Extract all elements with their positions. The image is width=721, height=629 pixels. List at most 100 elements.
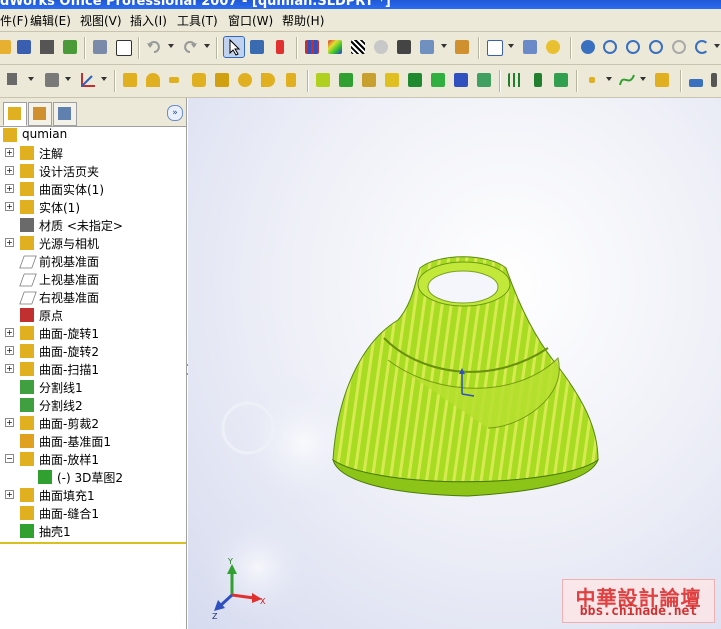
thicken-icon[interactable] <box>405 70 425 90</box>
extrude-surface-icon[interactable] <box>120 70 140 90</box>
menu-insert[interactable]: 插入(I) <box>130 12 167 29</box>
fill-surface-icon[interactable] <box>281 70 301 90</box>
mirror-icon[interactable] <box>528 70 548 90</box>
tree-item[interactable]: 右视基准面 <box>0 288 186 306</box>
reference-dropdown-icon[interactable] <box>606 77 612 81</box>
knit-surface-icon[interactable] <box>382 70 402 90</box>
tab-configuration-manager[interactable] <box>53 102 77 126</box>
select-icon[interactable] <box>223 36 245 58</box>
expand-toggle-icon[interactable]: + <box>5 490 14 499</box>
zoom-out-icon[interactable] <box>669 37 689 57</box>
zoom-area-icon[interactable] <box>600 37 620 57</box>
reference-point-icon[interactable] <box>582 70 602 90</box>
tree-item[interactable]: + 曲面-扫描1 <box>0 360 186 378</box>
replace-face-icon[interactable] <box>451 70 471 90</box>
delete-face-icon[interactable] <box>428 70 448 90</box>
tree-item[interactable]: + 注解 <box>0 144 186 162</box>
window-layout-icon[interactable] <box>484 37 504 57</box>
window-layout-dropdown-icon[interactable] <box>508 44 514 48</box>
menu-help[interactable]: 帮助(H) <box>282 12 324 29</box>
options-icon[interactable] <box>60 37 80 57</box>
view-toolbar-icon[interactable] <box>42 70 62 90</box>
print-preview-icon[interactable] <box>90 37 110 57</box>
tree-item[interactable]: 曲面-缝合1 <box>0 504 186 522</box>
tree-item[interactable]: 抽壳1 <box>0 522 186 540</box>
tree-item[interactable]: 材质 <未指定> <box>0 216 186 234</box>
color-icon[interactable] <box>325 37 345 57</box>
untrim-surface-icon[interactable] <box>359 70 379 90</box>
zoom-selection-icon[interactable] <box>646 37 666 57</box>
tree-item[interactable]: 前视基准面 <box>0 252 186 270</box>
redo-icon[interactable] <box>180 37 200 57</box>
tree-item[interactable]: + 曲面填充1 <box>0 486 186 504</box>
menu-tools[interactable]: 工具(T) <box>177 12 218 29</box>
zoom-to-fit-icon[interactable] <box>578 37 598 57</box>
expand-toggle-icon[interactable]: + <box>5 166 14 175</box>
view-toolbar-dropdown-icon[interactable] <box>65 77 71 81</box>
tree-item[interactable]: + 曲面-旋转1 <box>0 324 186 342</box>
loft-surface-icon[interactable] <box>189 70 209 90</box>
extend-surface-icon[interactable] <box>336 70 356 90</box>
instant3d-icon[interactable] <box>652 70 672 90</box>
graphics-area[interactable]: Y X Z <box>188 98 721 629</box>
spell-check-icon[interactable] <box>686 70 706 90</box>
hatch-icon[interactable] <box>348 37 368 57</box>
grid-icon[interactable] <box>302 37 322 57</box>
model-render[interactable]: Y X Z <box>188 98 721 629</box>
percent-dropdown-icon[interactable] <box>28 77 34 81</box>
move-face-icon[interactable] <box>474 70 494 90</box>
expand-toggle-icon[interactable]: + <box>5 364 14 373</box>
tree-item[interactable]: (-) 3D草图2 <box>0 468 186 486</box>
menu-edit[interactable]: 编辑(E) <box>30 12 71 29</box>
zoom-in-out-icon[interactable] <box>623 37 643 57</box>
pattern-icon[interactable] <box>505 70 525 90</box>
axis-dropdown-icon[interactable] <box>101 77 107 81</box>
curve-icon[interactable] <box>617 70 637 90</box>
print-icon[interactable] <box>37 37 57 57</box>
menu-file[interactable]: 件(F) <box>0 12 28 29</box>
properties-icon[interactable] <box>520 37 540 57</box>
tree-item[interactable]: + 设计活页夹 <box>0 162 186 180</box>
toolbox-icon[interactable] <box>452 37 472 57</box>
collapse-panel-button[interactable]: » <box>167 105 183 121</box>
tree-item[interactable]: + 曲面-剪裁2 <box>0 414 186 432</box>
tree-item[interactable]: 上视基准面 <box>0 270 186 288</box>
edit-text-icon[interactable] <box>708 70 721 90</box>
tree-item[interactable]: − 曲面-放样1 <box>0 450 186 468</box>
help-icon[interactable] <box>543 37 563 57</box>
tree-item[interactable]: 曲面-基准面1 <box>0 432 186 450</box>
expand-toggle-icon[interactable]: + <box>5 238 14 247</box>
offset-surface-icon[interactable] <box>235 70 255 90</box>
tree-item[interactable]: 分割线2 <box>0 396 186 414</box>
percent-icon[interactable] <box>4 70 24 90</box>
tab-feature-manager[interactable] <box>3 102 27 126</box>
sweep-surface-icon[interactable] <box>166 70 186 90</box>
smart-select-icon[interactable] <box>247 37 267 57</box>
boundary-surface-icon[interactable] <box>212 70 232 90</box>
expand-toggle-icon[interactable]: + <box>5 184 14 193</box>
traffic-light-icon[interactable] <box>270 37 290 57</box>
rotate-dropdown-icon[interactable] <box>714 44 720 48</box>
appearance-icon[interactable] <box>371 37 391 57</box>
view-orientation-dropdown-icon[interactable] <box>441 44 447 48</box>
menu-window[interactable]: 窗口(W) <box>228 12 273 29</box>
redo-dropdown-icon[interactable] <box>204 44 210 48</box>
expand-toggle-icon[interactable]: + <box>5 148 14 157</box>
rotate-view-icon[interactable] <box>692 37 712 57</box>
undo-dropdown-icon[interactable] <box>168 44 174 48</box>
menu-view[interactable]: 视图(V) <box>80 12 122 29</box>
save-icon[interactable] <box>14 37 34 57</box>
tree-root[interactable]: qumian <box>0 126 186 144</box>
expand-toggle-icon[interactable]: + <box>5 418 14 427</box>
page-setup-icon[interactable] <box>113 37 133 57</box>
tree-item[interactable]: 分割线1 <box>0 378 186 396</box>
curve-dropdown-icon[interactable] <box>640 77 646 81</box>
view-orientation-icon[interactable] <box>417 37 437 57</box>
radiate-surface-icon[interactable] <box>258 70 278 90</box>
open-icon[interactable] <box>0 37 14 57</box>
tab-property-manager[interactable] <box>28 102 52 126</box>
tree-item[interactable]: + 实体(1) <box>0 198 186 216</box>
expand-toggle-icon[interactable]: + <box>5 202 14 211</box>
expand-toggle-icon[interactable]: + <box>5 328 14 337</box>
tree-item[interactable]: + 光源与相机 <box>0 234 186 252</box>
